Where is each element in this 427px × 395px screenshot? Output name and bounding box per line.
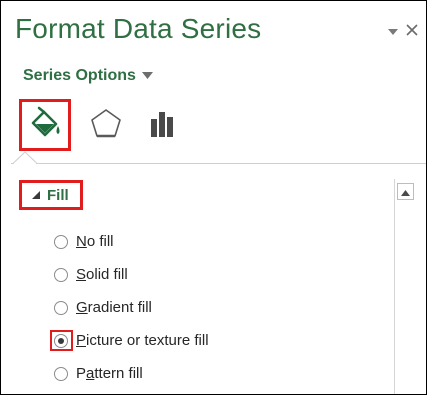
tab-separator [11, 163, 426, 164]
pane-close-button[interactable] [406, 23, 418, 39]
option-label: Picture or texture fill [76, 332, 209, 349]
pentagon-icon [89, 107, 123, 144]
fill-option-no-fill[interactable]: No fill [54, 225, 209, 258]
option-label: Gradient fill [76, 299, 152, 316]
fill-section-header[interactable]: Fill [19, 180, 83, 210]
triangle-up-icon [401, 183, 410, 201]
option-label: Pattern fill [76, 365, 143, 382]
radio-solid-fill[interactable] [54, 267, 68, 282]
paint-bucket-icon [27, 106, 63, 145]
radio-gradient-fill[interactable] [54, 300, 68, 315]
radio-pattern-fill[interactable] [54, 366, 68, 381]
pane-title: Format Data Series [15, 13, 262, 44]
series-options-label: Series Options [23, 67, 136, 84]
series-options-dropdown[interactable]: Series Options [23, 67, 153, 85]
caret-expanded-icon [32, 191, 40, 199]
chevron-down-icon [388, 24, 398, 39]
radio-selected-dot [58, 337, 64, 344]
pane-options-button[interactable] [388, 24, 398, 39]
tab-effects[interactable] [83, 99, 129, 151]
format-data-series-pane: Format Data Series Series Options Fill N… [0, 0, 427, 395]
chevron-down-icon [141, 67, 153, 85]
bar-chart-icon [148, 108, 180, 143]
vertical-scrollbar[interactable] [394, 179, 417, 394]
options-tab-strip [19, 99, 219, 155]
fill-option-pattern-fill[interactable]: Pattern fill [54, 357, 209, 390]
tab-series-options[interactable] [141, 99, 187, 151]
fill-option-solid-fill[interactable]: Solid fill [54, 258, 209, 291]
close-icon [406, 23, 418, 39]
active-tab-pointer [13, 151, 37, 164]
fill-section-label: Fill [47, 186, 69, 204]
radio-picture-texture-fill[interactable] [54, 333, 68, 348]
fill-option-picture-texture-fill[interactable]: Picture or texture fill [50, 324, 209, 357]
fill-option-gradient-fill[interactable]: Gradient fill [54, 291, 209, 324]
fill-options-list: No fill Solid fill Gradient fill Picture… [50, 225, 209, 390]
radio-no-fill[interactable] [54, 234, 68, 249]
option-label: Solid fill [76, 266, 128, 283]
pane-title-controls [380, 19, 418, 43]
tab-fill-line[interactable] [19, 99, 71, 151]
scroll-up-button[interactable] [397, 183, 414, 200]
option-label: No fill [76, 233, 114, 250]
